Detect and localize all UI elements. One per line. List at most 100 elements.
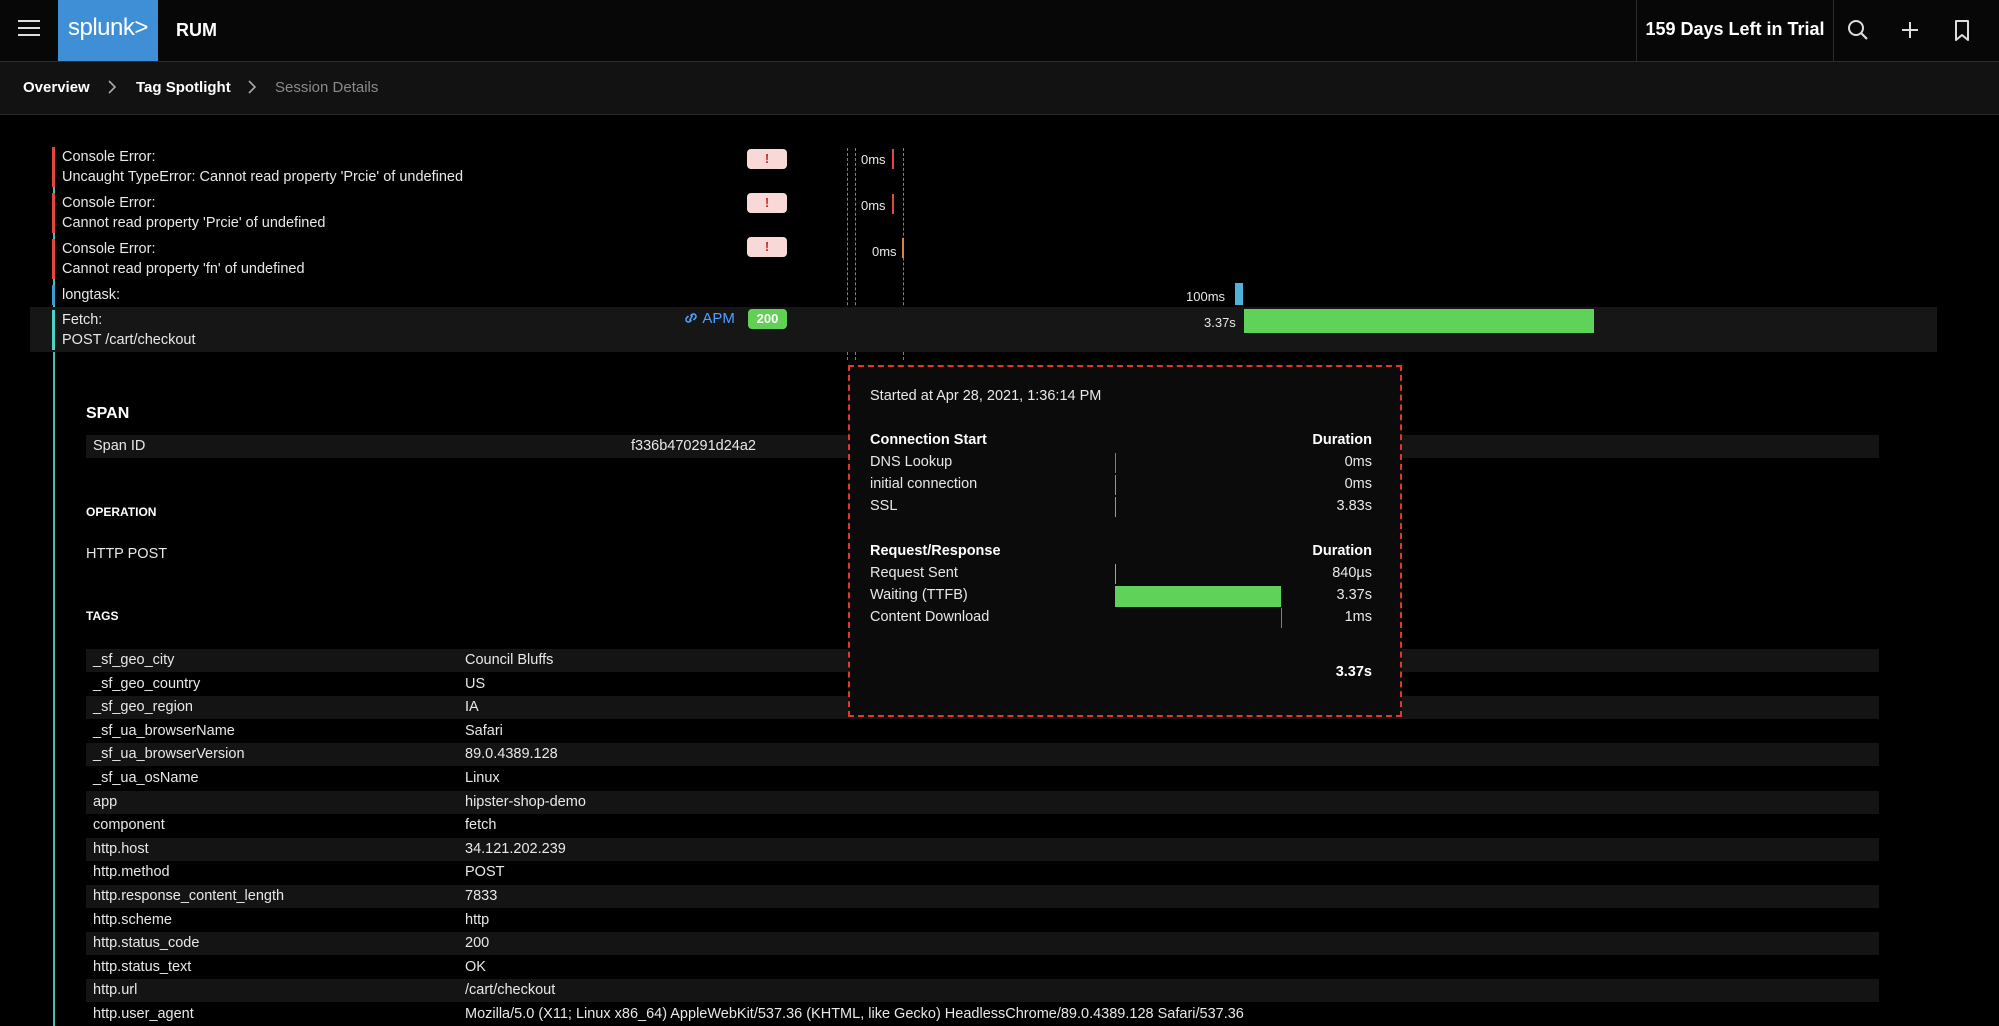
tag-row: http.url/cart/checkout (86, 979, 1879, 1002)
tag-value: Linux (465, 770, 500, 786)
tag-key: http.response_content_length (93, 888, 285, 904)
search-icon[interactable] (1843, 15, 1873, 45)
bookmark-icon[interactable] (1947, 15, 1977, 45)
span-id-value: f336b470291d24a2 (631, 438, 756, 454)
status-badge: 200 (748, 309, 787, 329)
event-message: Cannot read property 'Prcie' of undefine… (62, 215, 326, 231)
event-type: Fetch: (62, 312, 103, 328)
request-sent-value: 840µs (1332, 565, 1372, 581)
popover-started: Started at Apr 28, 2021, 1:36:14 PM (870, 388, 1102, 404)
tag-row: http.response_content_length 7833 (86, 885, 1879, 908)
tag-value: IA (465, 699, 479, 715)
apm-link-label: APM (702, 310, 735, 327)
breadcrumb: Overview Tag Spotlight Session Details (0, 62, 1999, 115)
duration-header: Duration (1312, 543, 1372, 559)
event-bar (892, 194, 894, 214)
ssl-value: 3.83s (1336, 498, 1372, 514)
tag-row: component fetch (86, 814, 1879, 837)
span-title: SPAN (86, 405, 130, 422)
tag-row: http.host 34.121.202.239 (86, 838, 1879, 861)
event-bar (892, 149, 894, 169)
tag-row: http.status_code 200 (86, 932, 1879, 955)
tag-row: http.status_text OK (86, 956, 1879, 979)
event-duration: 0ms (861, 152, 886, 167)
event-type: Console Error: (62, 149, 156, 165)
event-console-error[interactable]: Console Error: Uncaught TypeError: Canno… (52, 147, 463, 187)
menu-icon[interactable] (18, 20, 40, 38)
tag-value: Council Bluffs (465, 652, 554, 668)
tag-value: Mozilla/5.0 (X11; Linux x86_64) AppleWeb… (465, 1006, 1244, 1022)
chevron-right-icon (108, 80, 117, 94)
event-duration: 0ms (861, 198, 886, 213)
event-duration: 3.37s (1204, 315, 1236, 330)
content-download-bar (1281, 608, 1282, 628)
ssl-label: SSL (870, 498, 898, 514)
event-bar (902, 238, 904, 258)
tag-value: 200 (465, 935, 490, 951)
tag-key: http.method (93, 864, 170, 880)
breadcrumb-tag-spotlight[interactable]: Tag Spotlight (136, 79, 231, 96)
event-fetch[interactable]: Fetch: POST /cart/checkout (52, 310, 196, 350)
tag-key: _sf_ua_browserVersion (93, 746, 245, 762)
initial-connection-label: initial connection (870, 476, 978, 492)
popover-total: 3.37s (1335, 664, 1372, 680)
fetch-row-highlight[interactable] (30, 307, 1937, 352)
tag-value: 89.0.4389.128 (465, 746, 558, 762)
error-badge: ! (747, 237, 787, 257)
dns-bar (1115, 453, 1116, 473)
apm-link[interactable]: APM (683, 310, 735, 327)
request-sent-label: Request Sent (870, 565, 958, 581)
tag-key: http.url (93, 982, 138, 998)
tag-value: Safari (465, 723, 503, 739)
splunk-logo[interactable]: splunk> (58, 0, 158, 61)
request-sent-bar (1115, 564, 1116, 584)
tag-row: http.method POST (86, 861, 1879, 884)
event-duration: 0ms (872, 244, 897, 259)
tag-value: POST (465, 864, 505, 880)
duration-header: Duration (1312, 432, 1372, 448)
event-message: POST /cart/checkout (62, 332, 196, 348)
dns-lookup-value: 0ms (1344, 454, 1372, 470)
tag-value: fetch (465, 817, 497, 833)
content-download-value: 1ms (1344, 609, 1372, 625)
tag-key: http.user_agent (93, 1006, 194, 1022)
dns-lookup-label: DNS Lookup (870, 454, 953, 470)
tag-key: http.scheme (93, 912, 172, 928)
tag-value: 34.121.202.239 (465, 841, 566, 857)
waiting-ttfb-label: Waiting (TTFB) (870, 587, 968, 603)
logo-text: splunk> (68, 14, 148, 41)
chevron-right-icon (248, 80, 257, 94)
tag-key: http.host (93, 841, 149, 857)
span-id-label: Span ID (93, 438, 146, 454)
event-message: Uncaught TypeError: Cannot read property… (62, 169, 464, 185)
event-bar (1235, 283, 1243, 305)
tags-label: TAGS (86, 609, 119, 623)
connection-start-title: Connection Start (870, 432, 987, 448)
tag-value: /cart/checkout (465, 982, 556, 998)
tag-key: http.status_code (93, 935, 200, 951)
event-type: Console Error: (62, 195, 156, 211)
tag-key: app (93, 794, 118, 810)
tag-row: http.scheme http (86, 909, 1879, 932)
event-console-error[interactable]: Console Error: Cannot read property 'fn'… (52, 239, 305, 279)
plus-icon[interactable] (1895, 15, 1925, 45)
operation-label: OPERATION (86, 505, 157, 519)
tag-value: hipster-shop-demo (465, 794, 586, 810)
tag-value: http (465, 912, 490, 928)
top-bar: splunk> RUM 159 Days Left in Trial (0, 0, 1999, 62)
event-type: longtask: (62, 287, 121, 303)
tag-value: 7833 (465, 888, 498, 904)
request-response-title: Request/Response (870, 543, 1001, 559)
event-console-error[interactable]: Console Error: Cannot read property 'Prc… (52, 193, 325, 233)
tag-row: _sf_ua_osName Linux (86, 767, 1879, 790)
event-longtask[interactable]: longtask: (52, 285, 120, 305)
fetch-bar[interactable] (1244, 309, 1594, 333)
error-badge: ! (747, 149, 787, 169)
tag-key: http.status_text (93, 959, 192, 975)
tag-row: http.user_agent Mozilla/5.0 (X11; Linux x… (86, 1003, 1879, 1026)
trial-indicator[interactable]: 159 Days Left in Trial (1636, 0, 1834, 61)
breadcrumb-overview[interactable]: Overview (23, 79, 90, 96)
tag-value: US (465, 676, 486, 692)
tag-key: _sf_ua_browserName (93, 723, 235, 739)
tag-key: _sf_geo_region (93, 699, 193, 715)
